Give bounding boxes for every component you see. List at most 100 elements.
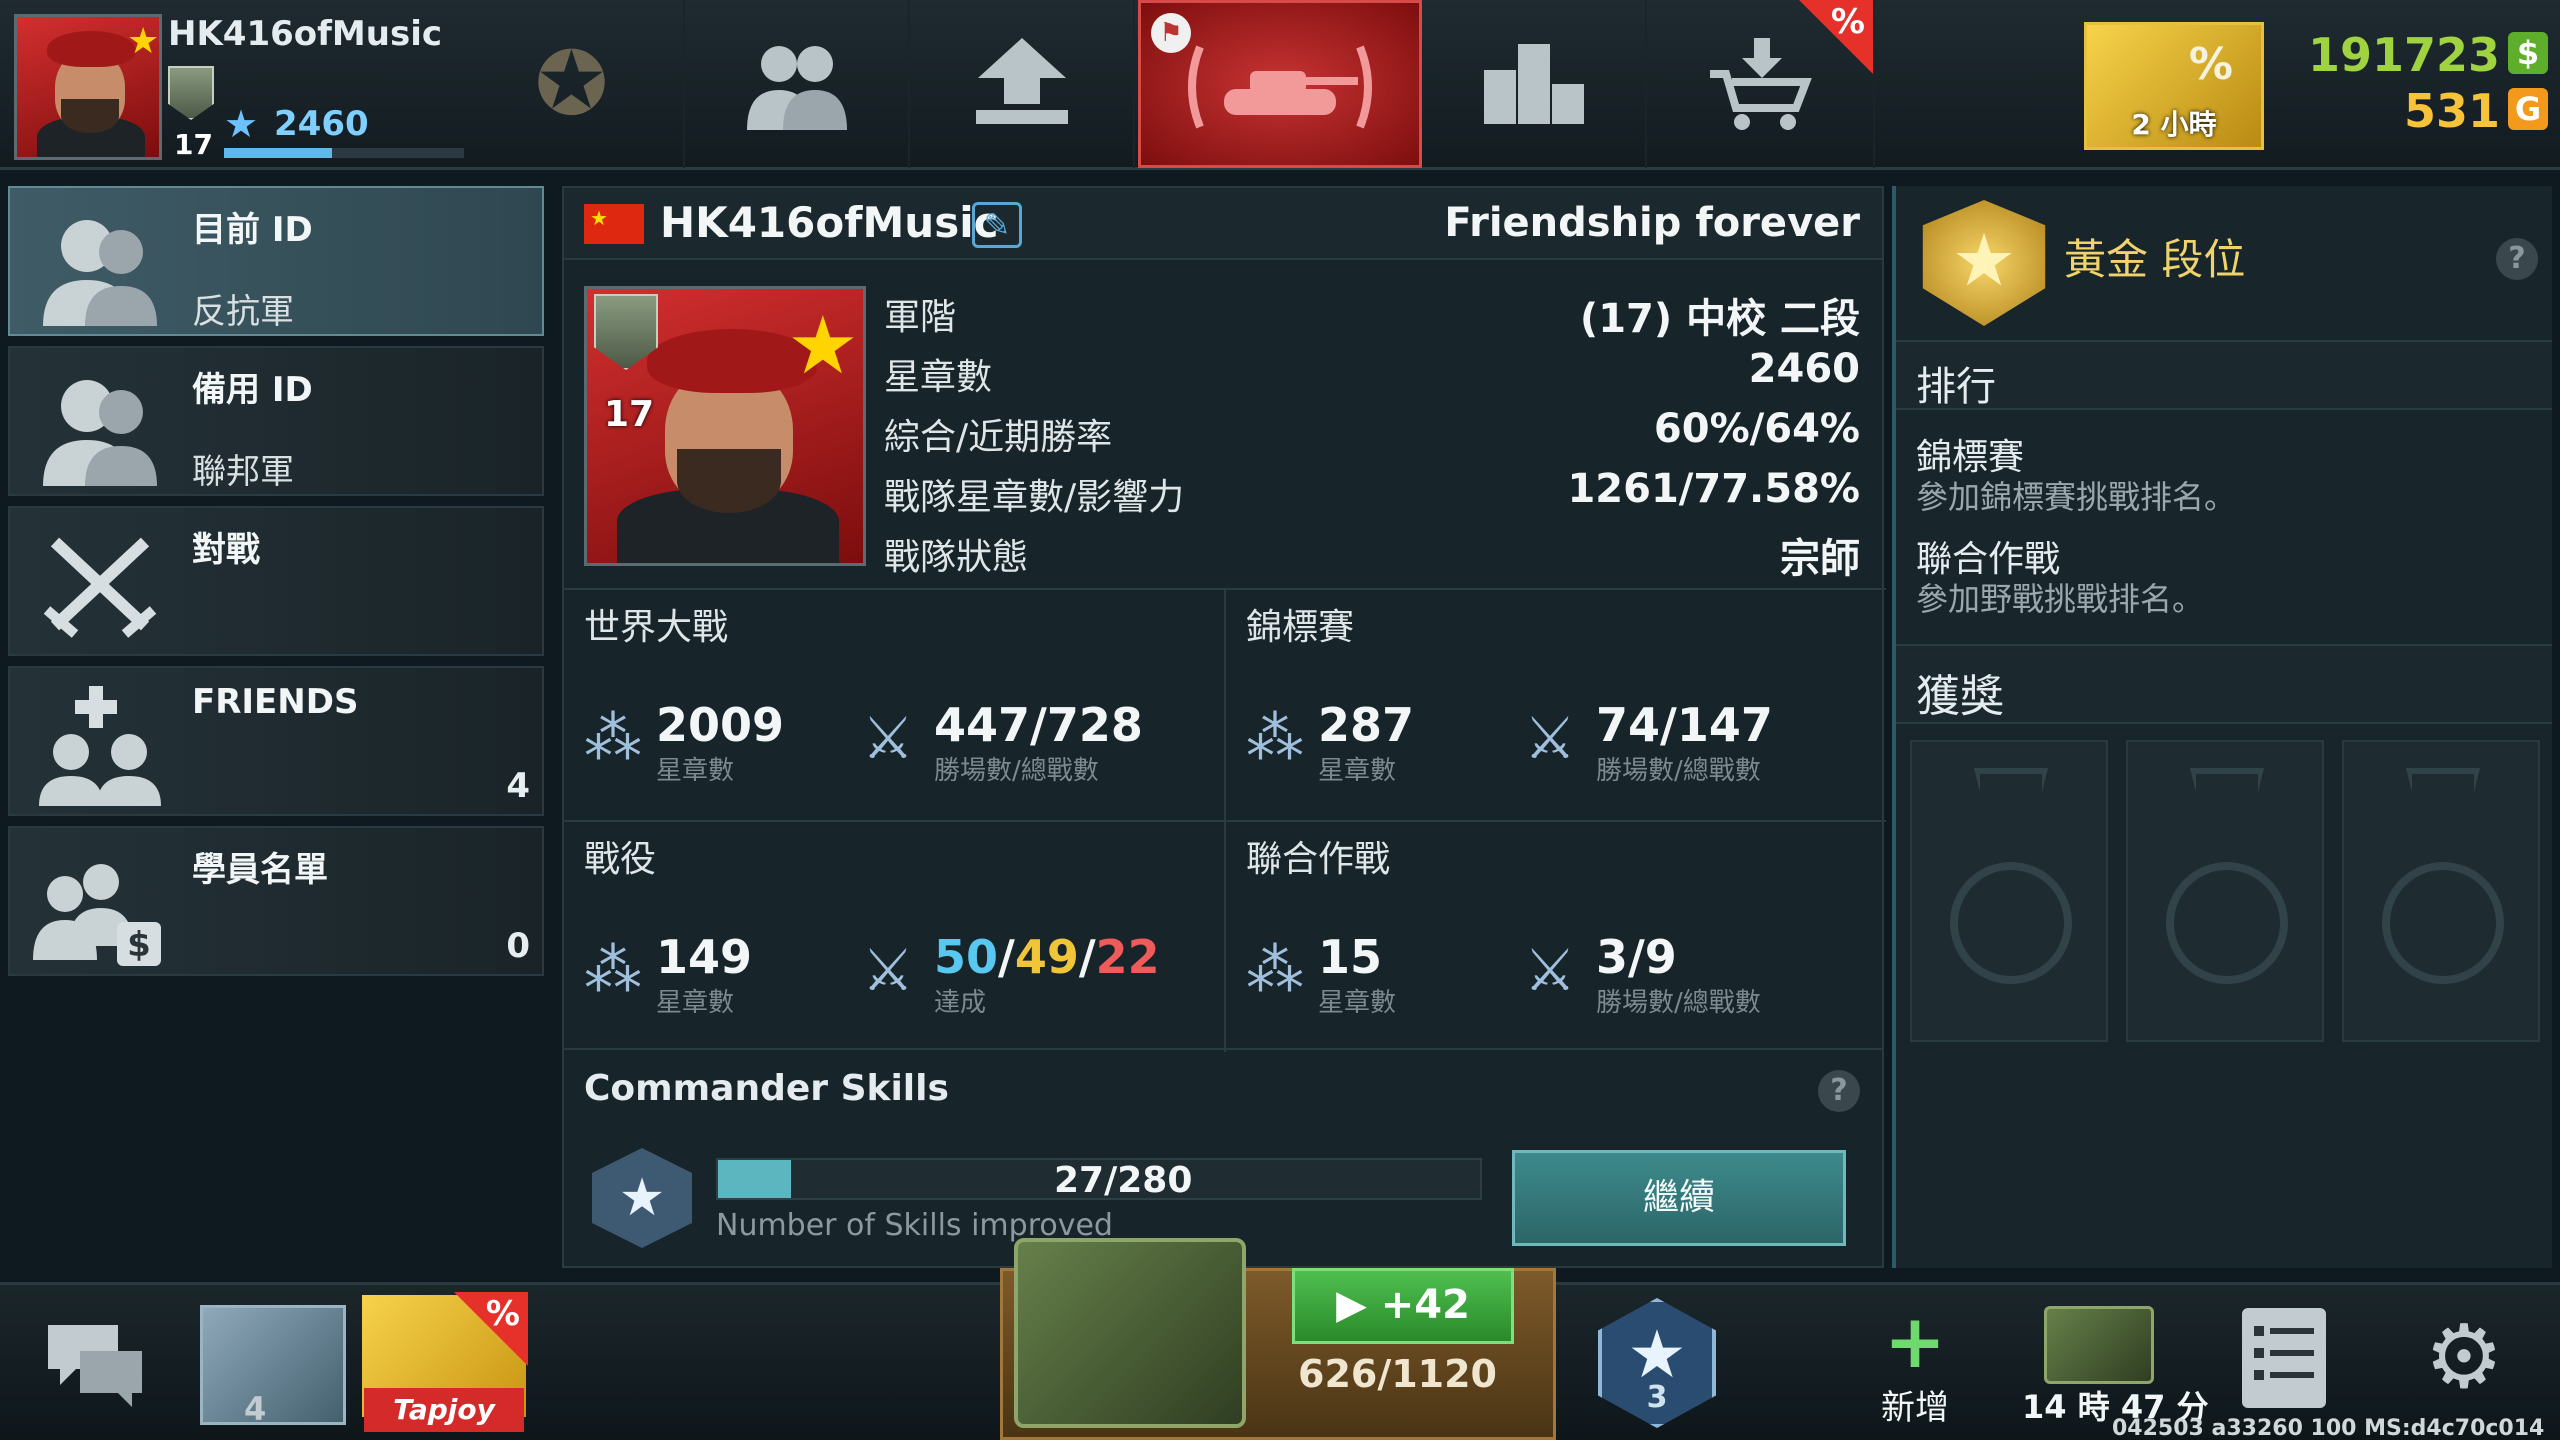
- crossed-swords-icon: ⚔: [862, 936, 914, 1004]
- stat-title: 錦標賽: [1246, 607, 1355, 648]
- svg-text:$: $: [127, 925, 151, 965]
- crossed-swords-icon: ⚔: [1524, 936, 1576, 1004]
- timed-crate-icon[interactable]: [2044, 1306, 2154, 1384]
- trainees-count: 0: [506, 926, 530, 966]
- soldier-icon: [20, 362, 180, 486]
- gold-balance: 531: [2403, 84, 2500, 138]
- medal-ribbon-icon: [2406, 768, 2480, 858]
- nav-medal-button[interactable]: ✪: [460, 0, 685, 168]
- friends-count: 4: [506, 766, 530, 806]
- watch-video-button[interactable]: ▶ +42: [1292, 1268, 1514, 1344]
- player-name: HK416ofMusic: [168, 14, 443, 54]
- info-value-clan-status: 宗師: [1780, 536, 1860, 582]
- info-label-clan-status: 戰隊狀態: [884, 537, 1029, 578]
- campaign-wins: 50: [934, 930, 999, 984]
- awards-header: 獲獎: [1896, 644, 2552, 724]
- stat-campaign: 戰役 ⁂ 149 星章數 ⚔ 50/49/22 達成: [564, 820, 1226, 1052]
- info-value-winrate: 60%/64%: [1653, 406, 1860, 452]
- skills-progress-fill: [718, 1160, 792, 1198]
- stars-icon: ⁂: [584, 936, 642, 1004]
- crate-count: 4: [244, 1390, 267, 1428]
- medal-ribbon-icon: [2190, 768, 2264, 858]
- info-value-stars: 2460: [1748, 346, 1860, 392]
- nav-ranking-button[interactable]: [1422, 0, 1647, 168]
- menu-battle[interactable]: 對戰: [8, 506, 544, 656]
- ranking-entry-desc: 參加野戰挑戰排名。: [1916, 580, 2205, 618]
- stat-stars-caption: 星章數: [656, 756, 735, 786]
- ranking-panel: ★ 黃金 段位 ? 排行 錦標賽 參加錦標賽挑戰排名。 聯合作戰 參加野戰挑戰排…: [1892, 186, 2552, 1268]
- crossed-swords-icon: [20, 522, 180, 646]
- commander-star-icon: ★: [592, 1148, 692, 1248]
- gold-offer-timer: 2 小時: [2131, 108, 2217, 141]
- stat-stars-caption: 星章數: [1318, 756, 1397, 786]
- stat-battles-caption: 勝場數/總戰數: [1596, 988, 1761, 1018]
- separator: /: [1078, 930, 1096, 984]
- nav-garage-button[interactable]: ⚑: [1138, 0, 1422, 168]
- tapjoy-label[interactable]: Tapjoy: [364, 1388, 524, 1432]
- upgrade-arrow-icon: [910, 34, 1133, 151]
- build-info: 042503 a33260 100 MS:d4c70c014: [2112, 1416, 2545, 1440]
- skills-count: 27/280: [1054, 1160, 1193, 1201]
- stat-world-war: 世界大戰 ⁂ 2009 星章數 ⚔ 447/728 勝場數/總戰數: [564, 588, 1226, 820]
- nav-community-button[interactable]: [685, 0, 910, 168]
- info-label-rank: 軍階: [884, 297, 957, 338]
- menu-item-title: FRIENDS: [192, 682, 359, 722]
- stat-battles-value: 447/728: [934, 698, 1143, 752]
- continue-button[interactable]: 繼續: [1512, 1150, 1846, 1246]
- gold-offer-button[interactable]: % 2 小時: [2084, 22, 2264, 150]
- menu-trainees[interactable]: $ 學員名單 0: [8, 826, 544, 976]
- player-avatar[interactable]: ★: [14, 14, 162, 160]
- menu-item-subtitle: 反抗軍: [192, 292, 294, 332]
- medal-ribbon-icon: [1974, 768, 2048, 858]
- rank-level: 17: [174, 128, 213, 161]
- nav-shop-button[interactable]: %: [1650, 0, 1875, 168]
- trainees-icon: $: [20, 842, 180, 966]
- skills-divider: [564, 1048, 1882, 1050]
- help-icon[interactable]: ?: [2496, 238, 2538, 280]
- award-slot[interactable]: [2342, 740, 2540, 1042]
- gold-tier-emblem-icon: ★: [1922, 200, 2046, 326]
- profile-panel: ★ HK416ofMusic ✎ Friendship forever ★ 17…: [562, 186, 1886, 1268]
- edit-name-icon[interactable]: ✎: [972, 202, 1022, 248]
- stat-battles-value: 3/9: [1596, 930, 1677, 984]
- medal-icon: [1950, 862, 2072, 984]
- shopping-cart-icon: [1650, 34, 1873, 151]
- tank-icon: [1141, 37, 1419, 154]
- award-slot[interactable]: [1910, 740, 2108, 1042]
- gold-offer-percent: %: [2188, 39, 2233, 90]
- chat-icon[interactable]: [40, 1305, 150, 1440]
- top-bar: ★ HK416ofMusic 17 ★ 2460 ✪ ⚑ % % 2 小時 19…: [0, 0, 2560, 170]
- crate-icon[interactable]: [200, 1305, 346, 1425]
- stat-championship: 錦標賽 ⁂ 287 星章數 ⚔ 74/147 勝場數/總戰數: [1224, 588, 1886, 820]
- menu-friends[interactable]: FRIENDS 4: [8, 666, 544, 816]
- menu-item-title: 備用 ID: [192, 370, 313, 410]
- nav-upgrade-button[interactable]: [910, 0, 1135, 168]
- crossed-swords-icon: ⚔: [862, 704, 914, 772]
- podium-icon: [1422, 34, 1645, 151]
- dollar-icon[interactable]: $: [2508, 32, 2548, 74]
- soldier-icon: [20, 202, 180, 326]
- stat-stars-value: 149: [656, 930, 753, 984]
- medal-icon: [2382, 862, 2504, 984]
- star-icon: ★: [224, 102, 259, 146]
- menu-current-id[interactable]: 目前 ID 反抗軍: [8, 186, 544, 336]
- menu-item-title: 學員名單: [192, 850, 328, 890]
- stat-battles-caption: 勝場數/總戰數: [1596, 756, 1761, 786]
- campaign-losses: 22: [1095, 930, 1160, 984]
- xp-progress-bar: [224, 148, 464, 158]
- add-label: 新增: [1881, 1388, 1949, 1428]
- info-value-rank: (17) 中校 二段: [1579, 296, 1860, 342]
- award-slot[interactable]: [2126, 740, 2324, 1042]
- stat-title: 聯合作戰: [1246, 839, 1391, 880]
- stat-stars-caption: 星章數: [656, 988, 735, 1018]
- supply-crate-icon[interactable]: [1014, 1238, 1246, 1428]
- menu-item-subtitle: 聯邦軍: [192, 452, 294, 492]
- help-icon[interactable]: ?: [1818, 1070, 1860, 1112]
- video-camera-icon: ▶: [1336, 1282, 1381, 1328]
- menu-backup-id[interactable]: 備用 ID 聯邦軍: [8, 346, 544, 496]
- gold-icon[interactable]: G: [2508, 88, 2548, 130]
- plus-icon: +: [1883, 1299, 1946, 1385]
- campaign-draws: 49: [1014, 930, 1079, 984]
- stars-icon: ⁂: [584, 704, 642, 772]
- settings-gear-icon[interactable]: ⚙: [2404, 1302, 2524, 1412]
